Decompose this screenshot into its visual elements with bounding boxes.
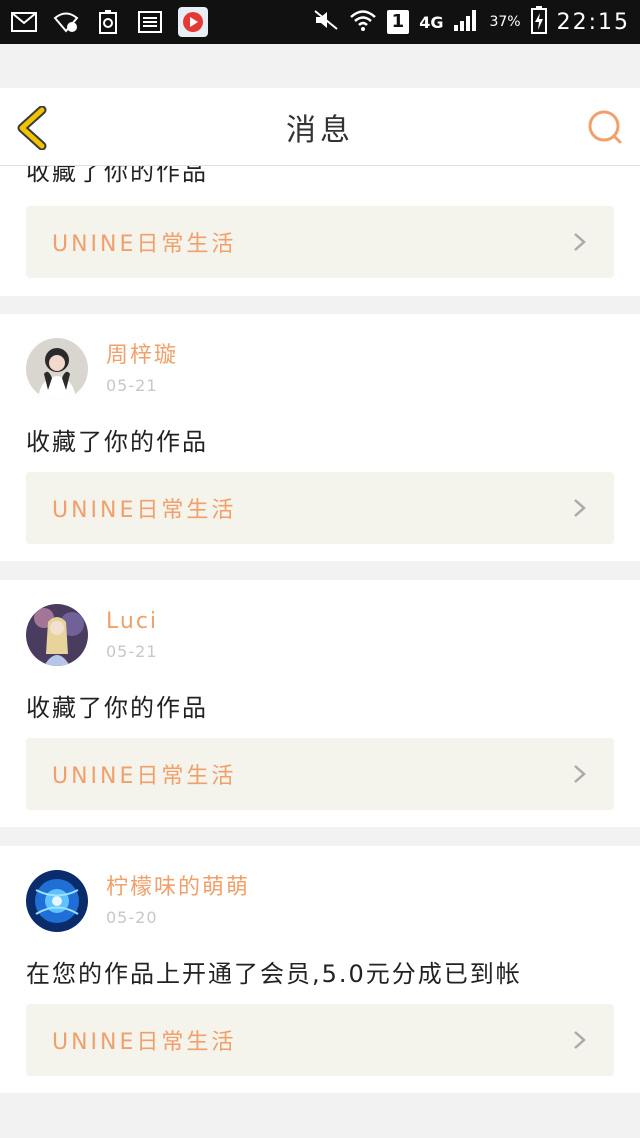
notification-message: 在您的作品上开通了会员,5.0元分成已到帐 xyxy=(26,960,522,988)
card-header: 周梓璇 05-21 xyxy=(26,338,178,400)
chevron-right-icon xyxy=(574,1031,586,1049)
work-title: UNINE日常生活 xyxy=(52,764,237,789)
mail-icon xyxy=(10,10,38,34)
back-button[interactable] xyxy=(14,105,54,151)
work-link[interactable]: UNINE日常生活 xyxy=(26,206,614,278)
wifi-icon xyxy=(349,8,377,37)
notification-icons xyxy=(10,7,208,37)
user-name[interactable]: 周梓璇 xyxy=(106,342,178,370)
battery-percent: 37% xyxy=(489,14,521,30)
spacer xyxy=(0,44,640,88)
chevron-right-icon xyxy=(574,233,586,251)
timestamp: 05-21 xyxy=(106,642,158,661)
notification-card: 柠檬味的萌萌 05-20 在您的作品上开通了会员,5.0元分成已到帐 UNINE… xyxy=(0,846,640,1093)
status-bar: 1 4G 37% 22:15 xyxy=(0,0,640,44)
work-link[interactable]: UNINE日常生活 xyxy=(26,738,614,810)
system-indicators: 1 4G 37% 22:15 xyxy=(313,5,630,39)
battery-charging-icon xyxy=(530,5,547,39)
list-app-icon xyxy=(136,10,164,34)
sim-indicator: 1 xyxy=(386,10,410,34)
card-header: 柠檬味的萌萌 05-20 xyxy=(26,870,250,932)
work-title: UNINE日常生活 xyxy=(52,498,237,523)
notification-message: 收藏了你的作品 xyxy=(26,166,208,186)
notification-card: Luci 05-21 收藏了你的作品 UNINE日常生活 xyxy=(0,580,640,827)
work-title: UNINE日常生活 xyxy=(52,232,237,257)
mute-icon xyxy=(313,9,339,36)
notification-card: 收藏了你的作品 UNINE日常生活 xyxy=(0,166,640,296)
work-link[interactable]: UNINE日常生活 xyxy=(26,472,614,544)
avatar[interactable] xyxy=(26,870,88,932)
notification-feed[interactable]: 收藏了你的作品 UNINE日常生活 周梓璇 05-21 收藏了你的作品 UNIN… xyxy=(0,166,640,1138)
clock: 22:15 xyxy=(556,9,630,35)
network-type: 4G xyxy=(419,12,444,32)
recycle-app-icon xyxy=(94,10,122,34)
top-bar: 消息 xyxy=(0,88,640,166)
notification-message: 收藏了你的作品 xyxy=(26,428,208,456)
signal-icon xyxy=(453,8,479,37)
avatar[interactable] xyxy=(26,604,88,666)
user-name[interactable]: 柠檬味的萌萌 xyxy=(106,874,250,902)
chevron-left-icon xyxy=(17,105,47,151)
card-header: Luci 05-21 xyxy=(26,604,158,666)
chevron-right-icon xyxy=(574,499,586,517)
chevron-right-icon xyxy=(574,765,586,783)
video-app-icon xyxy=(178,7,208,37)
search-icon xyxy=(588,110,622,144)
work-title: UNINE日常生活 xyxy=(52,1030,237,1055)
timestamp: 05-21 xyxy=(106,376,158,395)
page-title: 消息 xyxy=(286,112,354,148)
notification-card: 周梓璇 05-21 收藏了你的作品 UNINE日常生活 xyxy=(0,314,640,561)
avatar[interactable] xyxy=(26,338,88,400)
timestamp: 05-20 xyxy=(106,908,158,927)
search-button[interactable] xyxy=(586,108,626,148)
user-name[interactable]: Luci xyxy=(106,608,158,636)
wifi-lock-icon xyxy=(52,10,80,34)
work-link[interactable]: UNINE日常生活 xyxy=(26,1004,614,1076)
notification-message: 收藏了你的作品 xyxy=(26,694,208,722)
